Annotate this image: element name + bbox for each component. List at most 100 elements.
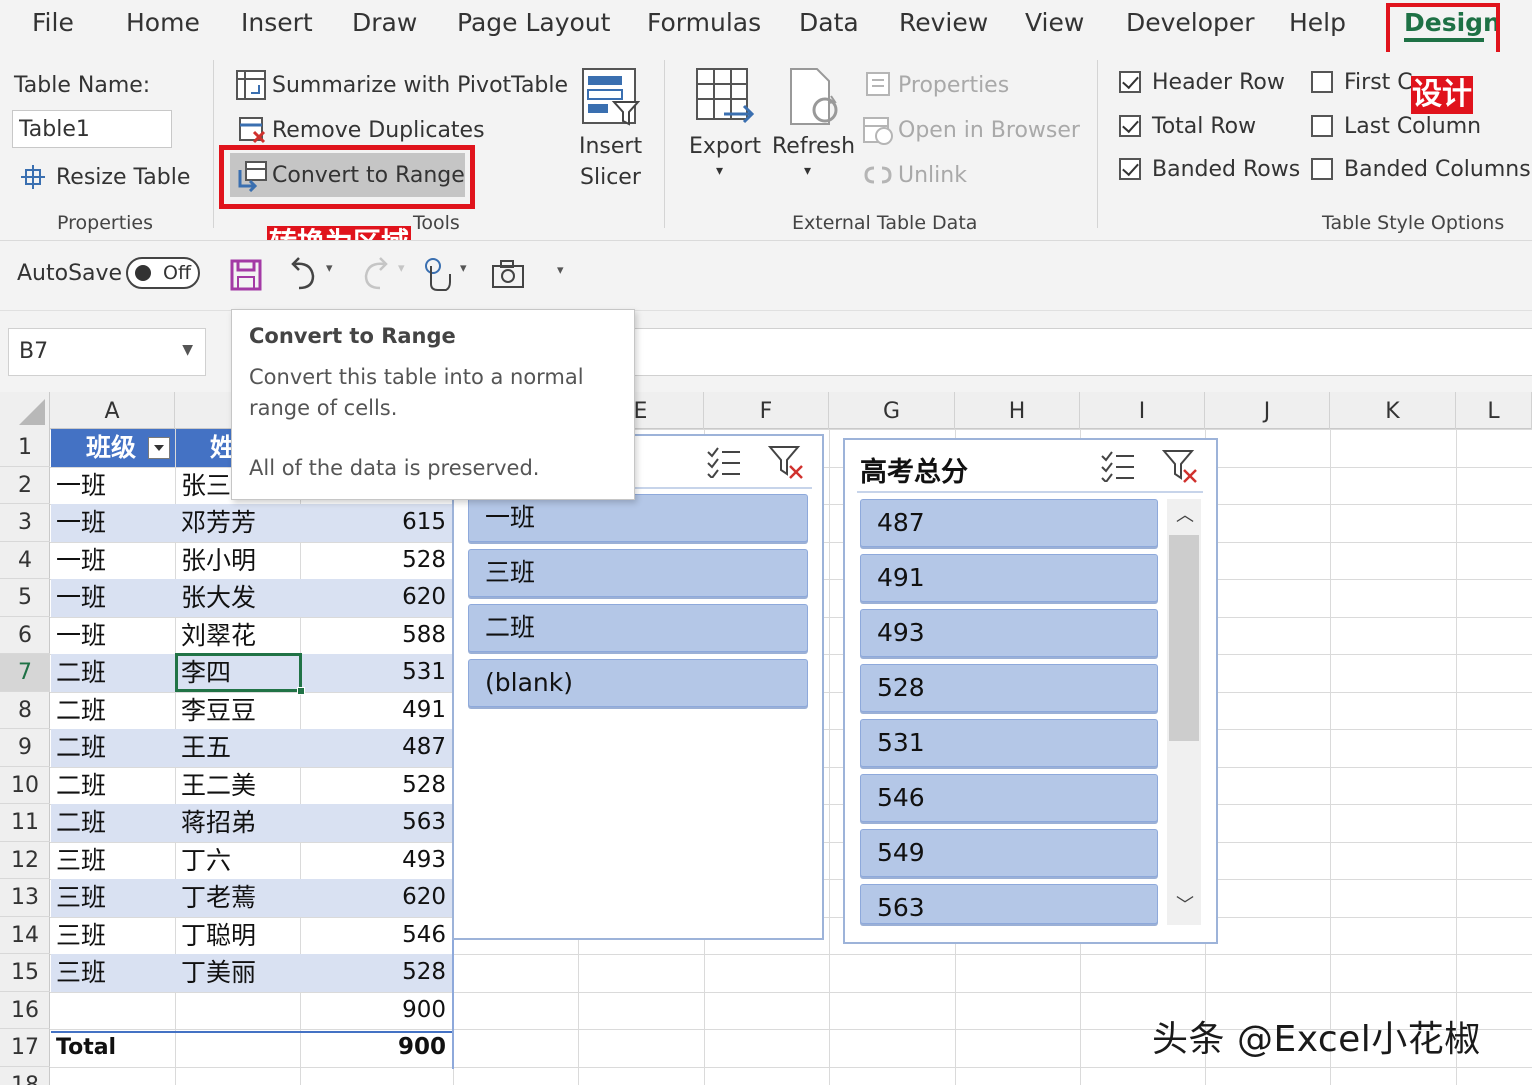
- table-cell-class[interactable]: 三班: [51, 842, 175, 880]
- multi-select-icon[interactable]: [706, 446, 742, 482]
- tab-help[interactable]: Help: [1289, 8, 1346, 37]
- table-cell-class[interactable]: [51, 992, 175, 1030]
- table-cell-name[interactable]: 张大发: [176, 579, 300, 617]
- table-cell-score[interactable]: 900: [301, 992, 451, 1030]
- header-row-checkbox[interactable]: [1119, 71, 1141, 93]
- unlink-button[interactable]: Unlink: [898, 163, 967, 188]
- table-cell-name[interactable]: 丁聪明: [176, 917, 300, 955]
- name-box-dropdown-icon[interactable]: ▼: [182, 342, 193, 358]
- multi-select-icon[interactable]: [1100, 450, 1136, 486]
- row-header[interactable]: 9: [0, 729, 50, 767]
- table-cell-name[interactable]: 丁老蔫: [176, 879, 300, 917]
- column-header[interactable]: G: [829, 392, 955, 429]
- tab-review[interactable]: Review: [899, 8, 988, 37]
- redo-dropdown-arrow-icon[interactable]: ▾: [398, 261, 405, 276]
- slicer-scrollbar[interactable]: ︿ ﹀: [1167, 499, 1201, 925]
- resize-table-button[interactable]: Resize Table: [56, 165, 190, 190]
- table-cell-name[interactable]: 刘翠花: [176, 617, 300, 655]
- column-header[interactable]: H: [955, 392, 1080, 429]
- row-header[interactable]: 13: [0, 879, 50, 917]
- table-cell-class[interactable]: 二班: [51, 767, 175, 805]
- tab-insert[interactable]: Insert: [241, 8, 313, 37]
- row-header[interactable]: 6: [0, 617, 50, 654]
- column-header[interactable]: F: [704, 392, 829, 429]
- table-cell-class[interactable]: 三班: [51, 917, 175, 955]
- row-header[interactable]: 10: [0, 767, 50, 804]
- undo-icon[interactable]: [285, 256, 321, 296]
- scroll-thumb[interactable]: [1169, 535, 1199, 741]
- insert-slicer-label-2[interactable]: Slicer: [580, 165, 641, 190]
- table-cell-score[interactable]: 493: [301, 842, 451, 880]
- save-icon[interactable]: [230, 259, 262, 295]
- table-cell-score[interactable]: 563: [301, 804, 451, 842]
- banded-rows-checkbox[interactable]: [1119, 158, 1141, 180]
- column-header[interactable]: J: [1205, 392, 1330, 429]
- slicer-item[interactable]: 一班: [468, 494, 808, 542]
- table-cell-class[interactable]: 一班: [51, 504, 175, 542]
- table-cell-name[interactable]: 蒋招弟: [176, 804, 300, 842]
- column-header[interactable]: I: [1080, 392, 1205, 429]
- table-cell-score[interactable]: 528: [301, 767, 451, 805]
- undo-dropdown-arrow-icon[interactable]: ▾: [326, 261, 333, 276]
- refresh-button[interactable]: Refresh: [772, 134, 855, 159]
- table-cell-score[interactable]: 588: [301, 617, 451, 655]
- row-header[interactable]: 4: [0, 542, 50, 579]
- name-box[interactable]: B7 ▼: [8, 328, 206, 376]
- select-all-button[interactable]: [0, 392, 50, 429]
- table-cell-score[interactable]: 620: [301, 879, 451, 917]
- table-cell-class[interactable]: 二班: [51, 654, 175, 692]
- row-header[interactable]: 5: [0, 579, 50, 617]
- slicer-item[interactable]: (blank): [468, 659, 808, 707]
- table-cell-score[interactable]: 528: [301, 954, 451, 992]
- row-header[interactable]: 16: [0, 992, 50, 1029]
- table-cell-name[interactable]: 丁美丽: [176, 954, 300, 992]
- active-cell-b7[interactable]: [175, 653, 302, 692]
- row-header[interactable]: 15: [0, 954, 50, 992]
- slicer-item[interactable]: 二班: [468, 604, 808, 652]
- column-header[interactable]: A: [50, 392, 175, 429]
- table-cell-score[interactable]: 546: [301, 917, 451, 955]
- open-in-browser-button[interactable]: Open in Browser: [898, 118, 1080, 143]
- row-header[interactable]: 18: [0, 1067, 50, 1085]
- total-row-checkbox[interactable]: [1119, 115, 1141, 137]
- tab-data[interactable]: Data: [799, 8, 859, 37]
- row-header[interactable]: 1: [0, 429, 50, 467]
- tab-page-layout[interactable]: Page Layout: [457, 8, 610, 37]
- slicer-item[interactable]: 491: [860, 554, 1158, 602]
- slicer-item[interactable]: 546: [860, 774, 1158, 822]
- table-cell-name[interactable]: 张小明: [176, 542, 300, 580]
- table-cell-score[interactable]: 620: [301, 579, 451, 617]
- table-name-input[interactable]: [12, 110, 172, 148]
- filter-dropdown-icon[interactable]: [148, 437, 170, 459]
- customize-qat-icon[interactable]: ▾: [557, 263, 564, 278]
- scroll-up-icon[interactable]: ︿: [1176, 501, 1194, 527]
- autosave-toggle[interactable]: Off: [126, 257, 200, 289]
- table-cell-score[interactable]: 487: [301, 729, 451, 767]
- formula-input[interactable]: [635, 328, 1532, 376]
- last-column-checkbox[interactable]: [1311, 115, 1333, 137]
- table-cell-name[interactable]: 丁六: [176, 842, 300, 880]
- tab-home[interactable]: Home: [126, 8, 200, 37]
- camera-icon[interactable]: [491, 259, 525, 293]
- table-cell-score[interactable]: 491: [301, 692, 451, 730]
- tab-formulas[interactable]: Formulas: [647, 8, 761, 37]
- banded-columns-checkbox[interactable]: [1311, 158, 1333, 180]
- insert-slicer-label-1[interactable]: Insert: [579, 134, 642, 159]
- table-cell-score[interactable]: 531: [301, 654, 451, 692]
- table-cell-class[interactable]: 二班: [51, 692, 175, 730]
- column-header[interactable]: L: [1456, 392, 1532, 429]
- table-cell-class[interactable]: 二班: [51, 804, 175, 842]
- table-cell-class[interactable]: 一班: [51, 467, 175, 505]
- refresh-dropdown-arrow-icon[interactable]: ▾: [804, 163, 811, 179]
- table-cell-class[interactable]: 二班: [51, 729, 175, 767]
- summarize-pivot-button[interactable]: Summarize with PivotTable: [272, 73, 568, 98]
- total-row-label[interactable]: Total: [51, 1029, 175, 1067]
- redo-icon[interactable]: [358, 256, 394, 296]
- export-button[interactable]: Export: [689, 134, 761, 159]
- slicer-item[interactable]: 487: [860, 499, 1158, 547]
- table-cell-class[interactable]: 一班: [51, 542, 175, 580]
- table-cell-score[interactable]: 615: [301, 504, 451, 542]
- remove-duplicates-button[interactable]: Remove Duplicates: [272, 118, 485, 143]
- clear-filter-icon[interactable]: [767, 444, 804, 484]
- slicer-item[interactable]: 三班: [468, 549, 808, 597]
